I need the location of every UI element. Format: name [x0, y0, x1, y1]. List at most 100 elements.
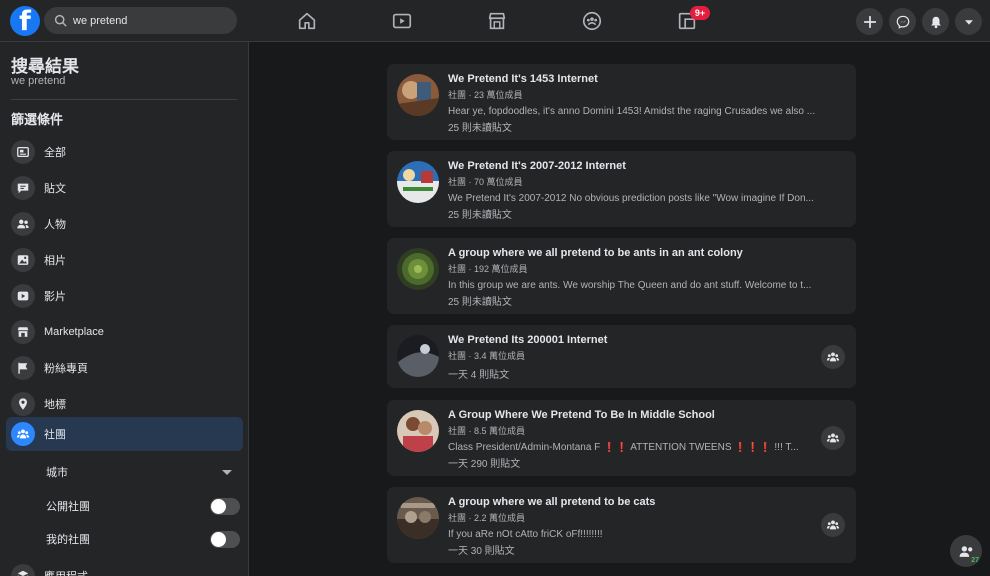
group-avatar[interactable]	[397, 497, 439, 539]
sidebar-item-label: 相片	[44, 255, 66, 267]
my-groups-toggle[interactable]	[210, 530, 240, 548]
sidebar-item-label: 粉絲專頁	[44, 363, 88, 375]
search-sidebar: 搜尋結果 we pretend 篩選條件 全部 貼文 人物 相片 影片 Mark…	[0, 42, 249, 576]
filter-places[interactable]: 地標	[6, 387, 243, 421]
notifications-button[interactable]	[922, 8, 949, 35]
account-menu-button[interactable]	[955, 8, 982, 35]
sidebar-item-label: Marketplace	[44, 326, 104, 338]
my-groups-filter: 我的社團	[46, 527, 240, 551]
group-description: Class President/Admin-Montana F ❗❗ ATTEN…	[448, 442, 799, 453]
nav-marketplace[interactable]	[486, 10, 508, 32]
group-post-count: 25 則未讀貼文	[448, 297, 512, 308]
group-title[interactable]: A group where we all pretend to be cats	[448, 496, 655, 508]
group-post-count: 25 則未讀貼文	[448, 123, 512, 134]
filter-people[interactable]: 人物	[6, 207, 243, 241]
join-group-icon	[826, 520, 840, 530]
join-group-button[interactable]	[821, 513, 845, 537]
group-meta: 社團 · 70 萬位成員	[448, 177, 523, 187]
group-avatar[interactable]	[397, 161, 439, 203]
group-result-card[interactable]: A Group Where We Pretend To Be In Middle…	[387, 400, 856, 476]
photos-icon	[17, 255, 29, 265]
group-description: If you aRe nOt cAtto friCK oFf!!!!!!!!	[448, 529, 603, 540]
group-result-card[interactable]: We Pretend It's 2007-2012 Internet 社團 · …	[387, 151, 856, 227]
group-avatar[interactable]	[397, 74, 439, 116]
group-title[interactable]: A group where we all pretend to be ants …	[448, 247, 743, 259]
join-group-icon	[826, 352, 840, 362]
group-avatar[interactable]	[397, 410, 439, 452]
group-post-count: 一天 30 則貼文	[448, 546, 515, 557]
messenger-icon	[896, 15, 909, 29]
group-title[interactable]: We Pretend It's 2007-2012 Internet	[448, 160, 626, 172]
filter-posts[interactable]: 貼文	[6, 171, 243, 205]
new-chat-button[interactable]: 27	[950, 535, 982, 567]
sidebar-item-label: 影片	[44, 291, 66, 303]
group-post-count: 一天 4 則貼文	[448, 370, 510, 381]
my-groups-label: 我的社團	[46, 534, 90, 546]
sidebar-item-label: 應用程式	[44, 568, 88, 576]
search-input[interactable]	[73, 14, 223, 27]
filter-heading: 篩選條件	[11, 112, 64, 127]
filter-pages[interactable]: 粉絲專頁	[6, 351, 243, 385]
filter-all[interactable]: 全部	[6, 135, 243, 169]
caret-down-icon	[964, 19, 973, 25]
group-title[interactable]: We Pretend Its 200001 Internet	[448, 334, 607, 346]
group-result-card[interactable]: We Pretend It's 1453 Internet 社團 · 23 萬位…	[387, 64, 856, 140]
group-result-card[interactable]: A group where we all pretend to be cats …	[387, 487, 856, 563]
groups-icon	[16, 429, 30, 439]
flag-icon	[18, 362, 28, 374]
group-meta: 社團 · 23 萬位成員	[448, 90, 523, 100]
public-groups-toggle[interactable]	[210, 497, 240, 515]
join-group-button[interactable]	[821, 426, 845, 450]
groups-icon	[582, 11, 602, 31]
group-meta: 社團 · 3.4 萬位成員	[448, 351, 526, 361]
filter-apps[interactable]: 應用程式	[6, 559, 243, 576]
group-title[interactable]: A Group Where We Pretend To Be In Middle…	[448, 409, 715, 421]
facebook-logo[interactable]: f	[10, 6, 40, 36]
location-icon	[19, 398, 27, 410]
video-icon	[392, 13, 412, 29]
all-icon	[17, 146, 29, 158]
nav-groups[interactable]	[581, 10, 603, 32]
group-result-card[interactable]: We Pretend Its 200001 Internet 社團 · 3.4 …	[387, 325, 856, 388]
filter-marketplace[interactable]: Marketplace	[6, 315, 243, 349]
group-description: Hear ye, fopdoodles, it's anno Domini 14…	[448, 106, 816, 117]
filter-groups[interactable]: 社團	[6, 417, 243, 451]
search-icon	[54, 14, 67, 27]
divider	[11, 99, 237, 100]
join-group-icon	[826, 433, 840, 443]
group-description: In this group we are ants. We worship Th…	[448, 280, 812, 291]
sidebar-item-label: 貼文	[44, 183, 66, 195]
group-post-count: 25 則未讀貼文	[448, 210, 512, 221]
group-meta: 社團 · 8.5 萬位成員	[448, 426, 526, 436]
filter-videos[interactable]: 影片	[6, 279, 243, 313]
city-filter-dropdown[interactable]: 城市	[46, 460, 240, 484]
group-meta: 社團 · 192 萬位成員	[448, 264, 528, 274]
create-button[interactable]	[856, 8, 883, 35]
notification-badge: 9+	[690, 6, 710, 20]
group-title[interactable]: We Pretend It's 1453 Internet	[448, 73, 598, 85]
group-avatar[interactable]	[397, 248, 439, 290]
chevron-down-icon	[222, 469, 232, 475]
filter-photos[interactable]: 相片	[6, 243, 243, 277]
join-group-button[interactable]	[821, 345, 845, 369]
home-icon	[298, 12, 316, 30]
sidebar-item-label: 社團	[44, 429, 66, 441]
group-result-card[interactable]: A group where we all pretend to be ants …	[387, 238, 856, 314]
city-filter-label: 城市	[46, 467, 68, 479]
group-avatar[interactable]	[397, 335, 439, 377]
nav-watch[interactable]	[391, 10, 413, 32]
sidebar-item-label: 地標	[44, 399, 66, 411]
sidebar-item-label: 全部	[44, 147, 66, 159]
group-post-count: 一天 290 則貼文	[448, 459, 521, 470]
group-meta: 社團 · 2.2 萬位成員	[448, 513, 526, 523]
sidebar-title: 搜尋結果	[11, 57, 79, 76]
video-icon	[17, 291, 29, 301]
marketplace-icon	[17, 327, 29, 337]
messenger-button[interactable]	[889, 8, 916, 35]
nav-home[interactable]	[296, 10, 318, 32]
marketplace-icon	[488, 12, 506, 30]
search-box[interactable]	[44, 7, 237, 34]
search-query-label: we pretend	[11, 75, 66, 87]
plus-icon	[863, 15, 876, 28]
online-count: 27	[971, 557, 979, 564]
